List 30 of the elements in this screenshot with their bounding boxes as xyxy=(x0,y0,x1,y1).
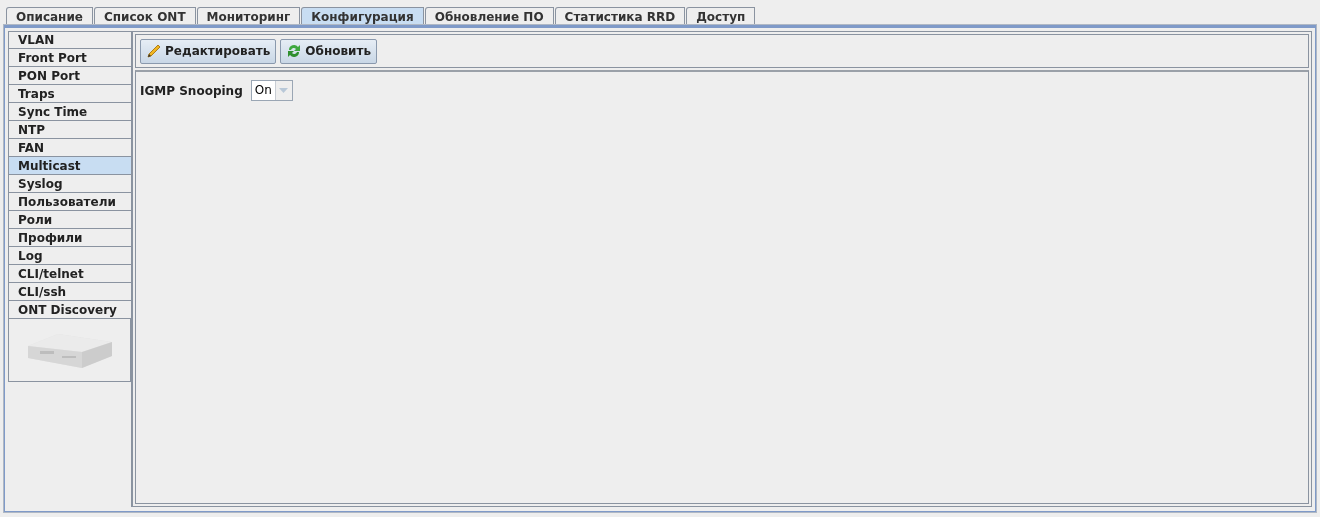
sidebar-item[interactable]: VLAN xyxy=(8,31,131,49)
sidebar-item[interactable]: Log xyxy=(8,247,131,265)
sidebar-item[interactable]: FAN xyxy=(8,139,131,157)
sidebar-item[interactable]: ONT Discovery xyxy=(8,301,131,319)
sidebar-item[interactable]: Front Port xyxy=(8,49,131,67)
refresh-icon xyxy=(286,43,303,59)
sidebar-item[interactable]: PON Port xyxy=(8,67,131,85)
sidebar-item[interactable]: NTP xyxy=(8,121,131,139)
sidebar-item[interactable]: Профили xyxy=(8,229,131,247)
sidebar-item[interactable]: Пользователи xyxy=(8,193,131,211)
refresh-button[interactable]: Обновить xyxy=(280,38,377,64)
pencil-icon xyxy=(146,43,162,59)
igmp-snooping-dropdown[interactable]: On xyxy=(250,80,293,101)
tab[interactable]: Статистика RRD xyxy=(554,7,686,25)
field-label: IGMP Snooping xyxy=(140,83,243,98)
sidebar-item[interactable]: Multicast xyxy=(8,157,131,175)
sidebar-item[interactable]: Traps xyxy=(8,85,131,103)
sidebar-item[interactable]: Syslog xyxy=(8,175,131,193)
tab[interactable]: Обновление ПО xyxy=(424,7,554,25)
tab[interactable]: Описание xyxy=(6,7,93,25)
sidebar-item[interactable]: Роли xyxy=(8,211,131,229)
dropdown-arrow-icon xyxy=(279,88,289,93)
tab[interactable]: Конфигурация xyxy=(301,7,424,25)
sidebar-item[interactable]: Sync Time xyxy=(8,103,131,121)
edit-button[interactable]: Редактировать xyxy=(140,38,277,64)
sidebar-item[interactable]: CLI/telnet xyxy=(8,265,131,283)
tab[interactable]: Доступ xyxy=(686,7,756,25)
tab[interactable]: Мониторинг xyxy=(196,7,301,25)
sidebar-item[interactable]: CLI/ssh xyxy=(8,283,131,301)
tab[interactable]: Список ONT xyxy=(93,7,196,25)
